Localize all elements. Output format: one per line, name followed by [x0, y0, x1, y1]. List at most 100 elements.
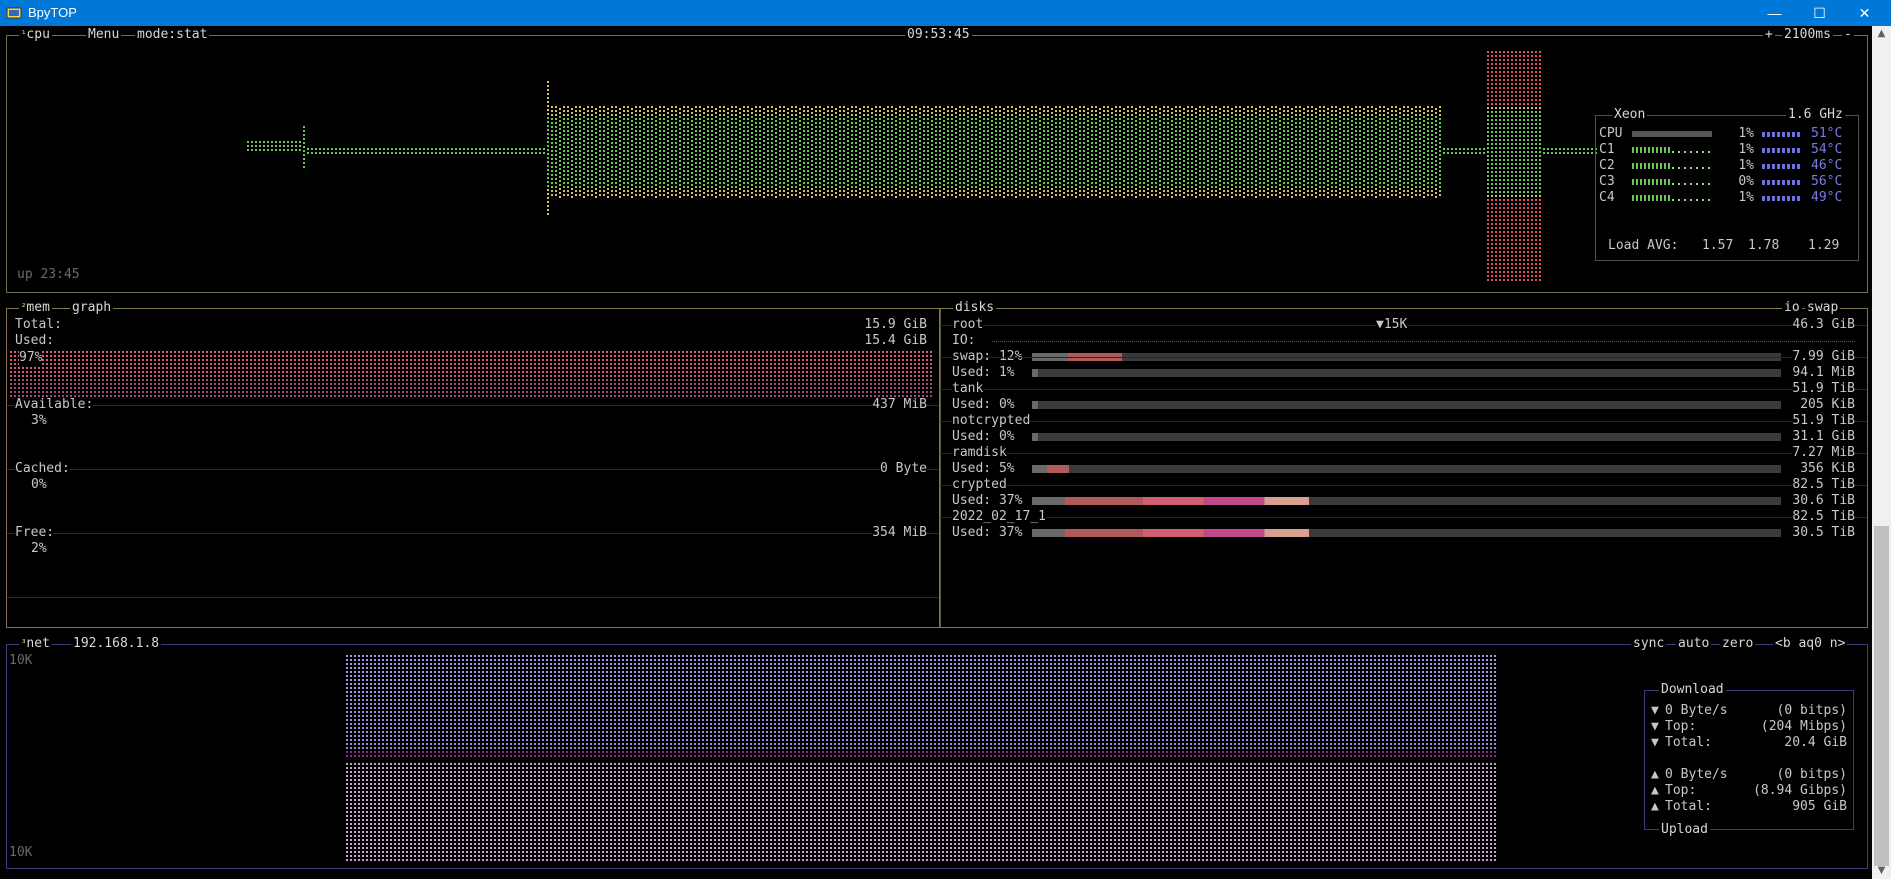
- cpu-graph-dot: [751, 112, 753, 114]
- cpu-graph-dot: [1375, 180, 1377, 182]
- cpu-graph-dot: [979, 164, 981, 166]
- cpu-graph-dot: [563, 138, 565, 140]
- cpu-graph-dot: [979, 140, 981, 142]
- cpu-graph-dot: [967, 180, 969, 182]
- cpu-graph-dot: [1119, 174, 1121, 176]
- cpu-graph-dot: [1307, 174, 1309, 176]
- cpu-graph-dot: [1367, 166, 1369, 168]
- cpu-graph-dot: [1375, 196, 1377, 198]
- cpu-graph-dot: [1223, 178, 1225, 180]
- cpu-graph-dot: [1183, 120, 1185, 122]
- cpu-graph-dot: [683, 170, 685, 172]
- cpu-graph-dot: [943, 108, 945, 110]
- cpu-graph-dot: [863, 150, 865, 152]
- cpu-graph-dot: [727, 176, 729, 178]
- cpu-graph-dot: [575, 118, 577, 120]
- cpu-graph-dot: [791, 146, 793, 148]
- cpu-graph-dot: [1267, 184, 1269, 186]
- cpu-graph-dot: [339, 148, 341, 150]
- cpu-graph-dot: [559, 144, 561, 146]
- cpu-graph-dot: [1143, 162, 1145, 164]
- cpu-tag[interactable]: ¹cpu: [19, 27, 52, 43]
- cpu-graph-dot: [587, 126, 589, 128]
- cpu-graph-dot: [1275, 178, 1277, 180]
- cpu-graph-dot: [1255, 156, 1257, 158]
- cpu-graph-dot: [1359, 158, 1361, 160]
- cpu-graph-dot: [1035, 178, 1037, 180]
- cpu-graph-dot: [963, 170, 965, 172]
- cpu-graph-dot: [1023, 114, 1025, 116]
- cpu-graph-dot: [875, 154, 877, 156]
- cpu-graph-dot: [1299, 146, 1301, 148]
- cpu-graph-dot: [303, 154, 305, 156]
- cpu-graph-dot: [955, 112, 957, 114]
- interval-plus[interactable]: +: [1763, 27, 1775, 43]
- cpu-graph-dot: [1019, 174, 1021, 176]
- cpu-graph-dot: [759, 138, 761, 140]
- cpu-graph-dot: [1235, 158, 1237, 160]
- cpu-graph-dot: [911, 182, 913, 184]
- maximize-button[interactable]: ☐: [1797, 0, 1842, 26]
- cpu-graph-dot: [683, 158, 685, 160]
- cpu-graph-dot: [1031, 190, 1033, 192]
- interval-minus[interactable]: -: [1842, 27, 1854, 43]
- cpu-graph-dot: [699, 166, 701, 168]
- cpu-graph-dot: [703, 136, 705, 138]
- cpu-graph-dot: [1095, 138, 1097, 140]
- cpu-graph-dot: [1003, 176, 1005, 178]
- close-button[interactable]: ✕: [1842, 0, 1887, 26]
- cpu-graph-dot: [955, 132, 957, 134]
- cpu-graph-dot: [571, 144, 573, 146]
- cpu-graph-dot: [975, 134, 977, 136]
- cpu-graph-dot: [891, 194, 893, 196]
- cpu-graph-dot: [1015, 108, 1017, 110]
- cpu-graph-dot: [1103, 162, 1105, 164]
- cpu-graph-dot: [259, 141, 261, 143]
- cpu-graph-dot: [683, 178, 685, 180]
- cpu-graph-dot: [1223, 118, 1225, 120]
- cpu-graph-dot: [527, 152, 529, 154]
- cpu-graph-dot: [991, 124, 993, 126]
- cpu-graph-dot: [683, 194, 685, 196]
- cpu-graph-dot: [799, 168, 801, 170]
- cpu-graph-dot: [875, 170, 877, 172]
- cpu-graph-dot: [559, 160, 561, 162]
- cpu-graph-dot: [1239, 170, 1241, 172]
- cpu-graph-dot: [711, 134, 713, 136]
- cpu-graph-dot: [1295, 126, 1297, 128]
- cpu-graph-dot: [1307, 170, 1309, 172]
- cpu-graph-dot: [919, 168, 921, 170]
- cpu-graph-dot: [1043, 166, 1045, 168]
- cpu-graph-dot: [1271, 114, 1273, 116]
- cpu-graph-dot: [1111, 176, 1113, 178]
- cpu-graph-dot: [1287, 178, 1289, 180]
- cpu-graph-dot: [1175, 194, 1177, 196]
- cpu-graph-dot: [891, 190, 893, 192]
- cpu-graph-dot: [1167, 186, 1169, 188]
- cpu-graph-dot: [1343, 142, 1345, 144]
- cpu-graph-dot: [675, 186, 677, 188]
- cpu-graph-dot: [1347, 114, 1349, 116]
- cpu-graph-dot: [1083, 134, 1085, 136]
- cpu-graph-dot: [619, 108, 621, 110]
- cpu-graph-dot: [1055, 158, 1057, 160]
- cpu-graph-dot: [551, 174, 553, 176]
- cpu-graph-dot: [563, 146, 565, 148]
- cpu-graph-dot: [767, 182, 769, 184]
- cpu-graph-dot: [1371, 118, 1373, 120]
- menu-tag[interactable]: Menu: [86, 27, 122, 43]
- cpu-graph-dot: [563, 106, 565, 108]
- cpu-graph-dot: [1195, 112, 1197, 114]
- cpu-graph-dot: [663, 162, 665, 164]
- cpu-graph-dot: [1083, 174, 1085, 176]
- cpu-graph-dot: [1275, 154, 1277, 156]
- cpu-graph-dot: [567, 150, 569, 152]
- cpu-graph-dot: [559, 184, 561, 186]
- minimize-button[interactable]: —: [1752, 0, 1797, 26]
- cpu-graph-dot: [1339, 156, 1341, 158]
- cpu-graph-dot: [863, 106, 865, 108]
- mode-tag[interactable]: mode:stat: [135, 27, 210, 43]
- cpu-graph-dot: [815, 134, 817, 136]
- cpu-graph-dot: [611, 186, 613, 188]
- cpu-graph-dot: [843, 150, 845, 152]
